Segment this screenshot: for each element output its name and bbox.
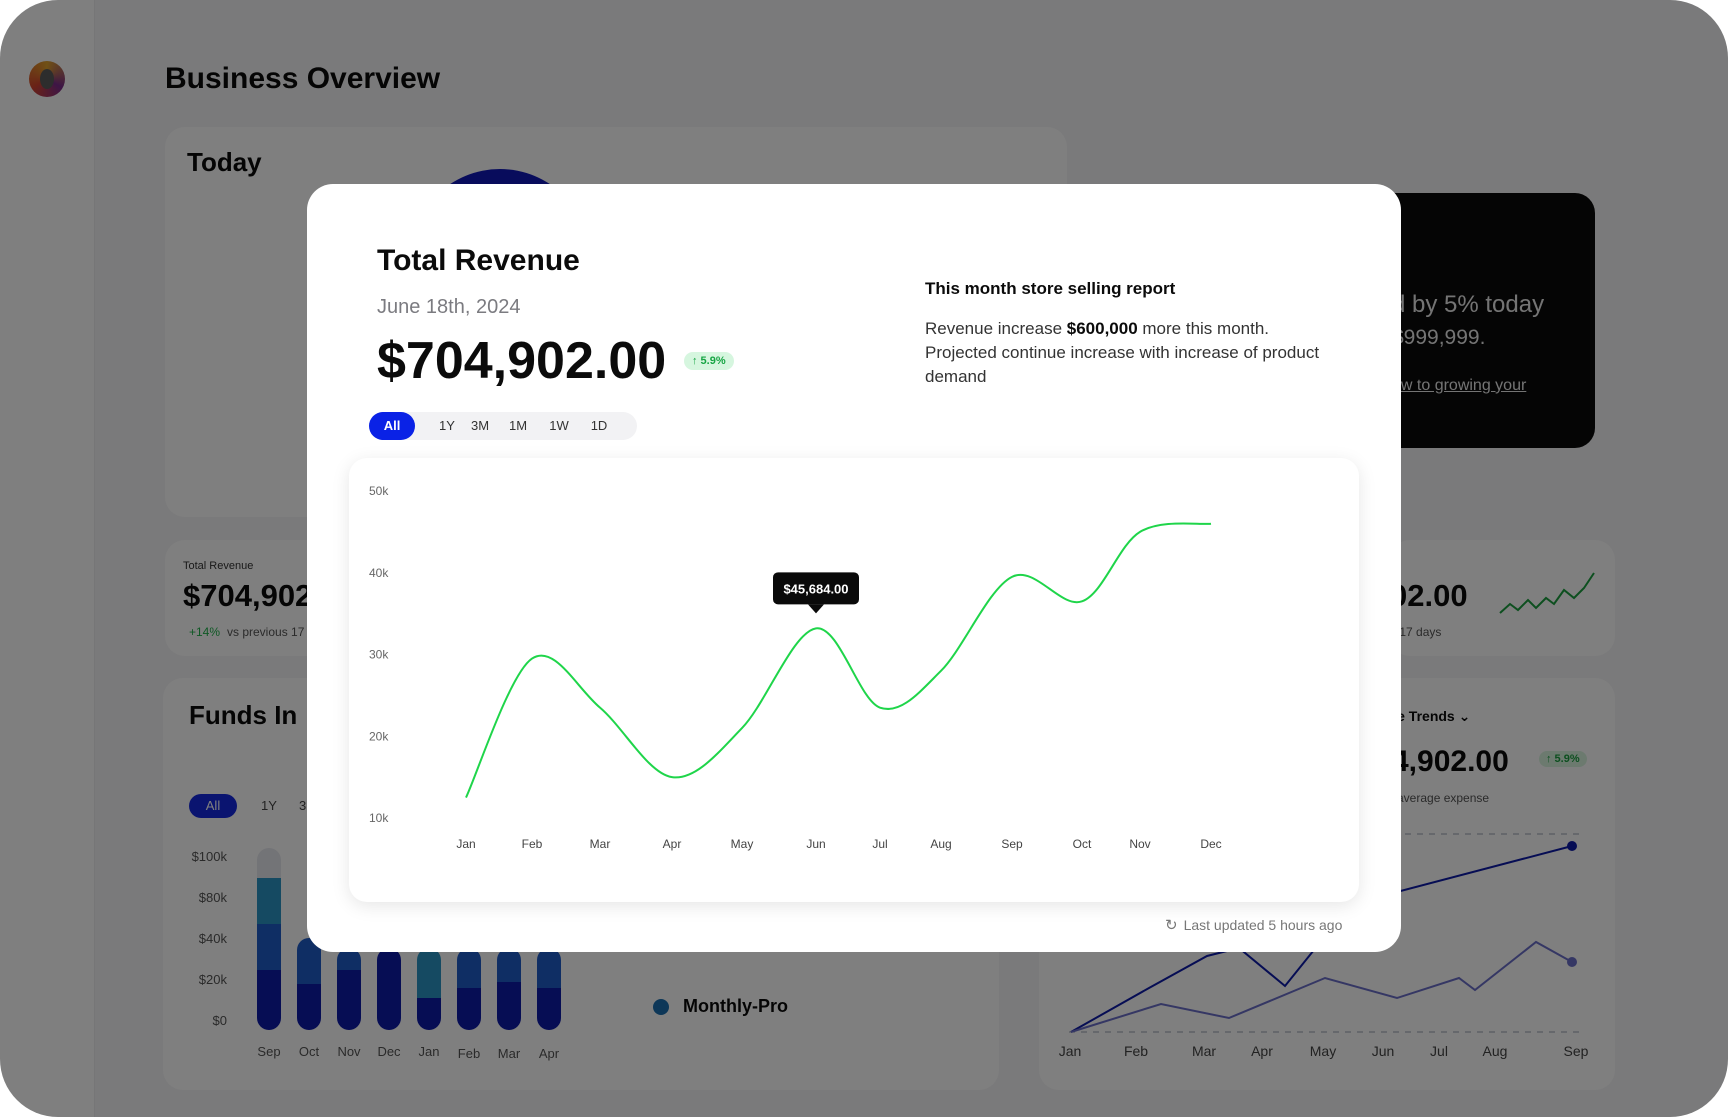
x-tick-label: May	[731, 837, 754, 851]
revenue-chart-card: 50k 40k 30k 20k 10k Jan Feb Mar Apr May Jun Jul Aug S…	[349, 458, 1359, 902]
modal-amount: $704,902.00	[377, 332, 667, 390]
modal-title: Total Revenue	[377, 244, 580, 277]
refresh-icon[interactable]: ↻	[1165, 916, 1178, 934]
x-tick-label: Sep	[1001, 837, 1023, 851]
tab-1y[interactable]: 1Y	[433, 412, 461, 440]
report-title: This month store selling report	[925, 279, 1176, 298]
last-updated-text: Last updated 5 hours ago	[1183, 917, 1343, 933]
x-tick-label: Nov	[1129, 837, 1150, 851]
y-tick-label: 30k	[369, 648, 389, 662]
x-tick-label: Aug	[930, 837, 951, 851]
x-tick-label: Mar	[590, 837, 611, 851]
y-tick-label: 20k	[369, 729, 389, 743]
x-tick-label: Dec	[1200, 837, 1221, 851]
last-updated: ↻ Last updated 5 hours ago	[1165, 916, 1342, 934]
x-tick-label: Apr	[663, 837, 682, 851]
y-tick-label: 40k	[369, 566, 389, 580]
tab-1w[interactable]: 1W	[544, 412, 574, 440]
report-highlight: $600,000	[1066, 319, 1138, 338]
tab-3m[interactable]: 3M	[463, 412, 497, 440]
tab-1d[interactable]: 1D	[585, 412, 613, 440]
tab-all[interactable]: All	[369, 412, 415, 440]
time-range-tabs: All 1Y 3M 1M 1W 1D	[369, 412, 637, 440]
y-tick-label: 10k	[369, 811, 389, 825]
growth-badge: ↑ 5.9%	[684, 352, 734, 370]
tooltip-label: $45,684.00	[783, 581, 848, 596]
modal-date: June 18th, 2024	[377, 296, 521, 318]
x-tick-label: Jul	[872, 837, 887, 851]
revenue-series-line	[465, 522, 1212, 798]
report-body: Revenue increase $600,000 more this mont…	[925, 317, 1345, 389]
x-tick-label: Jun	[806, 837, 825, 851]
report-text-pre: Revenue increase	[925, 319, 1067, 338]
x-tick-label: Oct	[1073, 837, 1092, 851]
x-tick-label: Jan	[456, 837, 475, 851]
tooltip-pointer	[808, 604, 824, 614]
app-frame: Business Overview Today d by 5% today $9…	[0, 0, 1728, 1117]
y-tick-label: 50k	[369, 484, 389, 498]
tab-1m[interactable]: 1M	[503, 412, 533, 440]
total-revenue-modal: Total Revenue June 18th, 2024 $704,902.0…	[307, 184, 1401, 952]
revenue-line-chart[interactable]: 50k 40k 30k 20k 10k Jan Feb Mar Apr May Jun Jul Aug S…	[349, 458, 1359, 902]
x-tick-label: Feb	[522, 837, 543, 851]
